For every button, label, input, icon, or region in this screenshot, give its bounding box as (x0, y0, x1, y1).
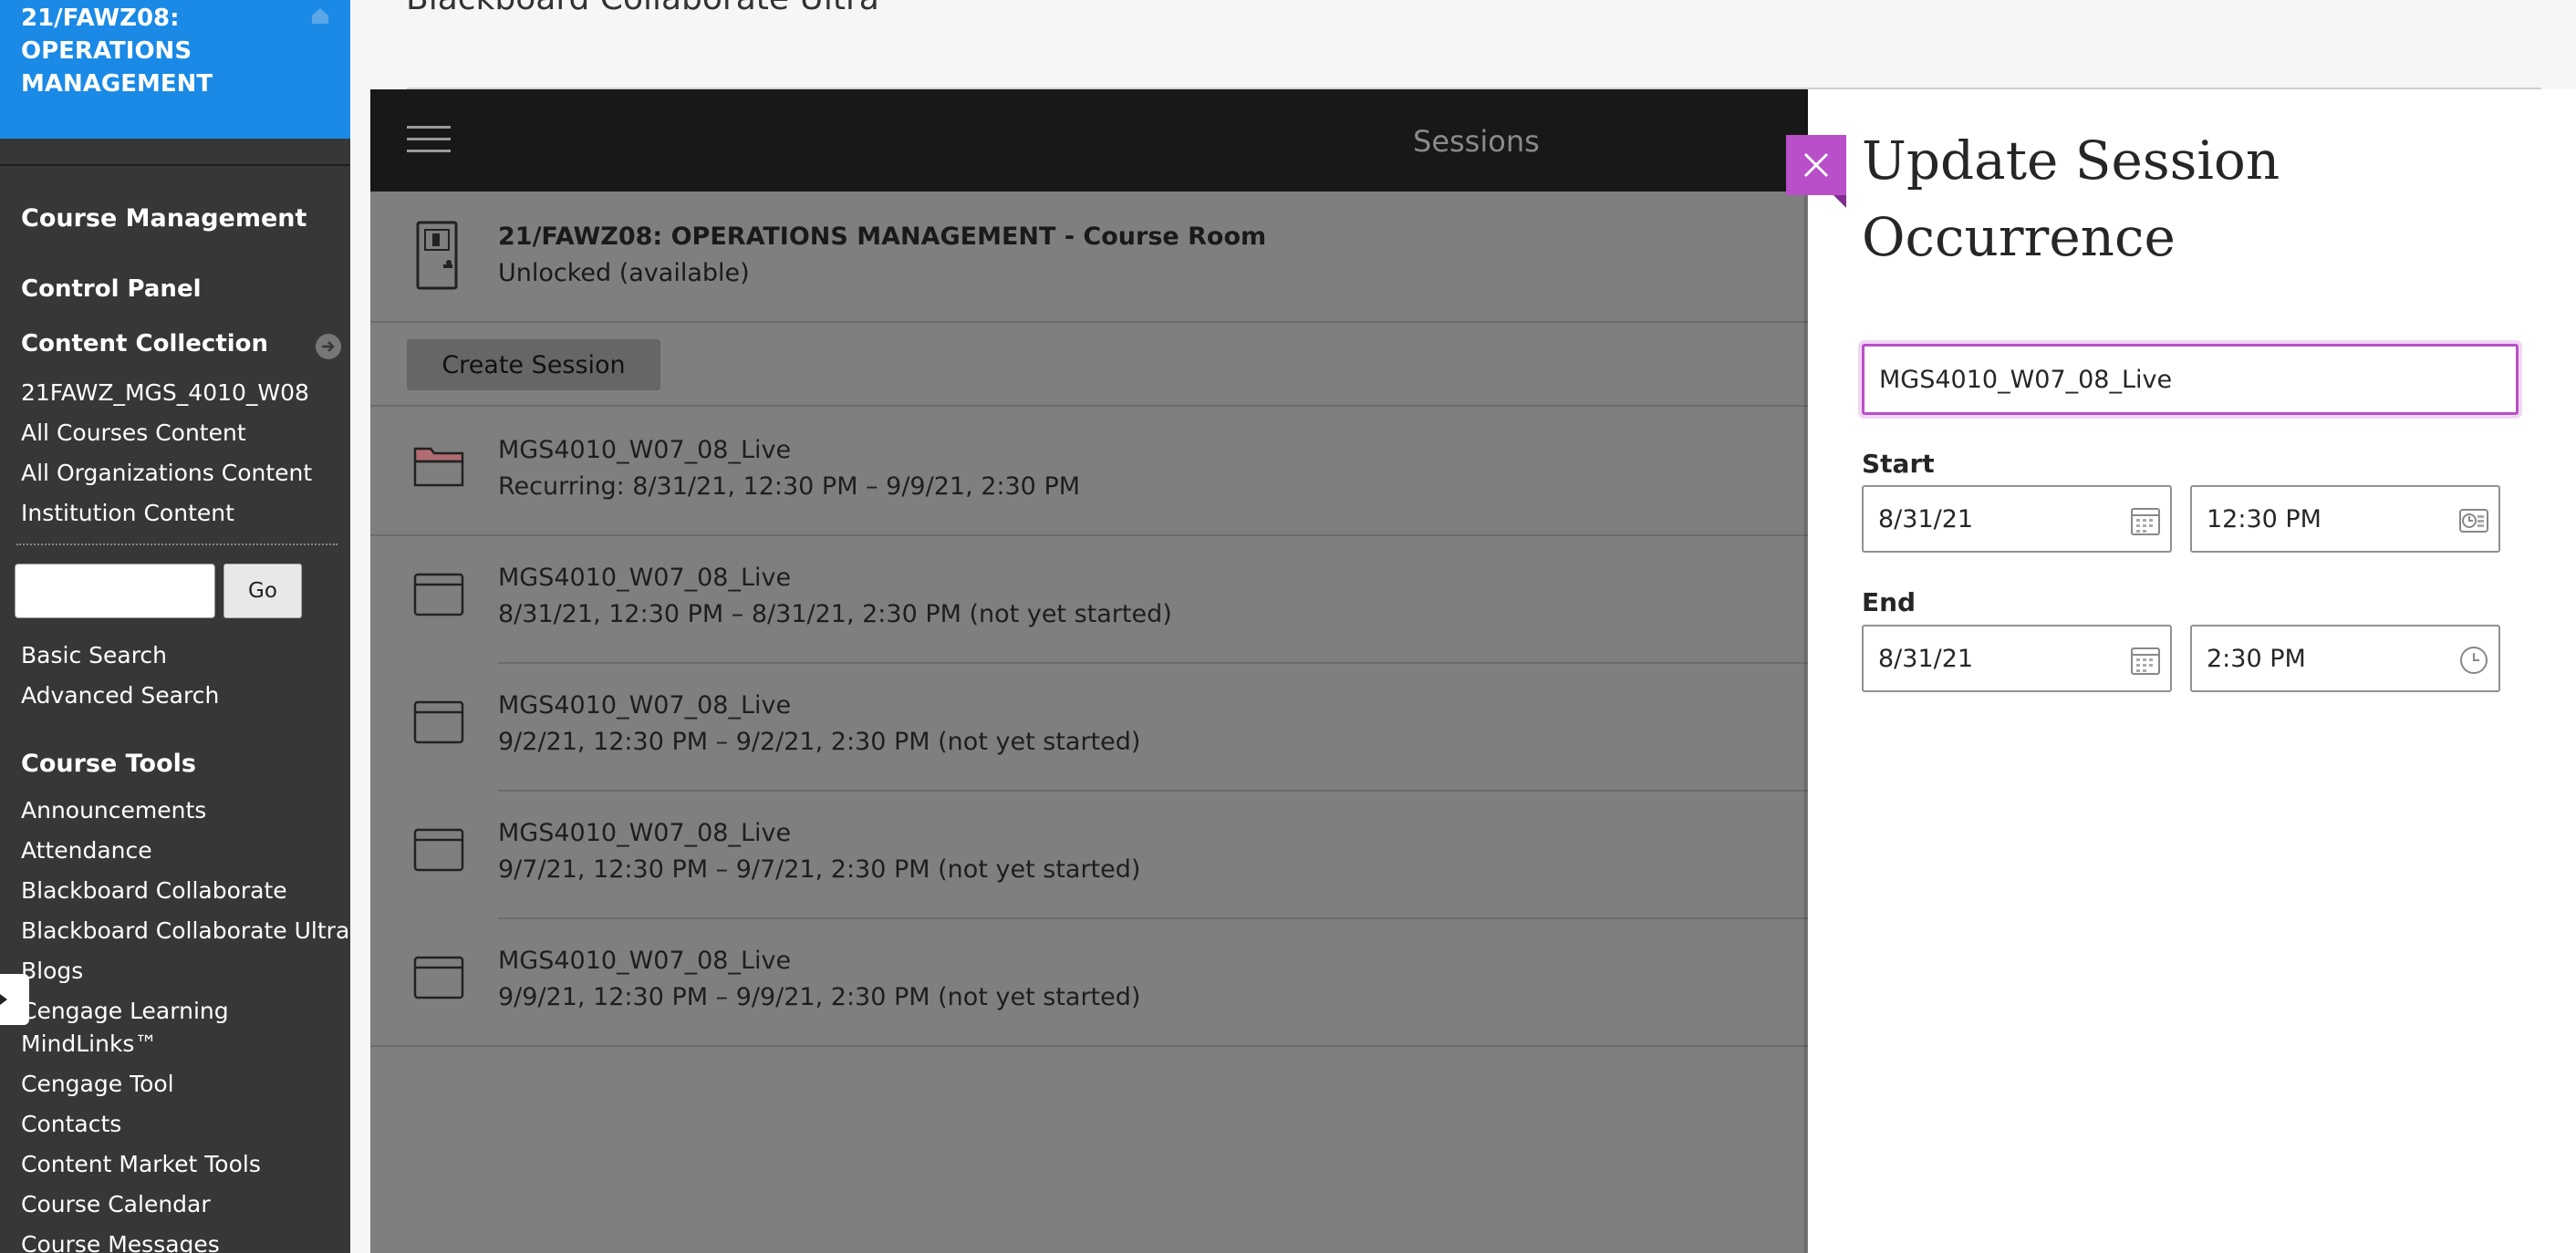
calendar-icon[interactable] (2130, 645, 2161, 676)
door-icon (416, 221, 458, 290)
tool-link-contacts[interactable]: Contacts (21, 1111, 121, 1137)
content-collection-link[interactable]: Content Collection (21, 330, 268, 357)
session-time: 9/7/21, 12:30 PM – 9/7/21, 2:30 PM (not … (498, 855, 1141, 884)
end-date-picker[interactable]: 8/31/21 (1862, 625, 2172, 692)
tool-link-announcements[interactable]: Announcements (21, 797, 206, 823)
basic-search-link[interactable]: Basic Search (21, 642, 167, 668)
content-link-all-courses[interactable]: All Courses Content (21, 419, 246, 446)
content-link-all-organizations[interactable]: All Organizations Content (21, 460, 312, 486)
session-time: 9/2/21, 12:30 PM – 9/2/21, 2:30 PM (not … (498, 728, 1141, 756)
control-panel-link[interactable]: Control Panel (21, 275, 202, 303)
content-link-institution[interactable]: Institution Content (21, 500, 234, 526)
course-title[interactable]: 21/FAWZ08: OPERATIONS MANAGEMENT (21, 2, 322, 100)
start-time-value: 12:30 PM (2207, 504, 2322, 533)
create-session-button[interactable]: Create Session (407, 339, 660, 390)
end-time-value: 2:30 PM (2207, 644, 2306, 673)
start-time-picker[interactable]: 12:30 PM (2190, 485, 2500, 553)
tool-link-cengage-tool[interactable]: Cengage Tool (21, 1071, 174, 1097)
session-name[interactable]: MGS4010_W07_08_Live (498, 564, 791, 592)
divider (498, 662, 1808, 664)
tool-link-collaborate-ultra[interactable]: Blackboard Collaborate Ultra (21, 917, 349, 944)
course-menu: 21/FAWZ08: OPERATIONS MANAGEMENT Course … (0, 0, 350, 1253)
session-name[interactable]: MGS4010_W07_08_Live (498, 819, 791, 847)
divider (498, 790, 1808, 792)
tool-link-blogs[interactable]: Blogs (21, 958, 83, 984)
start-date-picker[interactable]: 8/31/21 (1862, 485, 2172, 553)
course-tools-heading: Course Tools (21, 750, 196, 778)
tool-link-course-calendar[interactable]: Course Calendar (21, 1191, 211, 1217)
frame-title: Blackboard Collaborate Ultra (406, 0, 879, 17)
close-button-tail (1833, 195, 1846, 208)
advanced-search-link[interactable]: Advanced Search (21, 682, 219, 709)
menu-divider (16, 544, 338, 545)
course-room-title[interactable]: 21/FAWZ08: OPERATIONS MANAGEMENT - Cours… (498, 223, 1266, 251)
tool-link-cengage-learning[interactable]: Cengage Learning (21, 998, 229, 1024)
clock-icon[interactable] (2458, 645, 2489, 676)
session-name[interactable]: MGS4010_W07_08_Live (498, 947, 791, 975)
close-button[interactable] (1786, 135, 1846, 195)
menu-divider (0, 164, 350, 166)
calendar-icon (413, 573, 464, 616)
close-icon (1803, 152, 1829, 178)
tool-link-course-messages[interactable]: Course Messages (21, 1231, 220, 1253)
triangle-right-icon (0, 994, 7, 1005)
session-name[interactable]: MGS4010_W07_08_Live (498, 691, 791, 720)
divider (370, 534, 1808, 536)
tool-link-attendance[interactable]: Attendance (21, 837, 152, 864)
divider (370, 321, 1808, 323)
collapse-menu-button[interactable] (0, 974, 29, 1025)
start-date-value: 8/31/21 (1878, 504, 1974, 533)
tool-link-content-market[interactable]: Content Market Tools (21, 1151, 261, 1177)
sessions-panel: Sessions 21/FAWZ08: OPERATIONS MANAGEMEN… (370, 89, 1808, 1253)
session-time: 9/9/21, 12:30 PM – 9/9/21, 2:30 PM (not … (498, 983, 1141, 1011)
end-time-picker[interactable]: 2:30 PM (2190, 625, 2500, 692)
session-time: Recurring: 8/31/21, 12:30 PM – 9/9/21, 2… (498, 472, 1081, 501)
divider (370, 1045, 1808, 1047)
divider (370, 405, 1808, 407)
sessions-title: Sessions (1413, 124, 1540, 159)
search-input[interactable] (15, 564, 215, 618)
sessions-header: Sessions (370, 89, 1808, 192)
go-button[interactable]: Go (223, 564, 302, 618)
calendar-icon[interactable] (2130, 505, 2161, 536)
calendar-icon (413, 828, 464, 872)
clock-icon[interactable] (2458, 505, 2489, 536)
calendar-icon (413, 956, 464, 999)
home-icon[interactable] (310, 5, 330, 26)
start-label: Start (1862, 449, 1935, 479)
course-management-heading: Course Management (21, 204, 307, 233)
calendar-icon (413, 700, 464, 744)
course-room-status: Unlocked (available) (498, 259, 750, 287)
divider (498, 917, 1808, 919)
tool-link-blackboard-collaborate[interactable]: Blackboard Collaborate (21, 877, 287, 904)
tool-link-mindlinks[interactable]: MindLinks™ (21, 1030, 157, 1057)
end-label: End (1862, 587, 1916, 617)
end-date-value: 8/31/21 (1878, 644, 1974, 673)
session-time: 8/31/21, 12:30 PM – 8/31/21, 2:30 PM (no… (498, 600, 1172, 628)
folder-icon (413, 447, 464, 487)
session-name-input[interactable]: MGS4010_W07_08_Live (1862, 344, 2519, 415)
arrow-right-icon[interactable] (316, 334, 341, 359)
course-header: 21/FAWZ08: OPERATIONS MANAGEMENT (0, 0, 350, 139)
panel-title: Update Session Occurrence (1862, 129, 2280, 268)
hamburger-menu-icon[interactable] (407, 126, 451, 155)
content-link-course[interactable]: 21FAWZ_MGS_4010_W08 (21, 379, 309, 406)
session-name[interactable]: MGS4010_W07_08_Live (498, 436, 791, 464)
